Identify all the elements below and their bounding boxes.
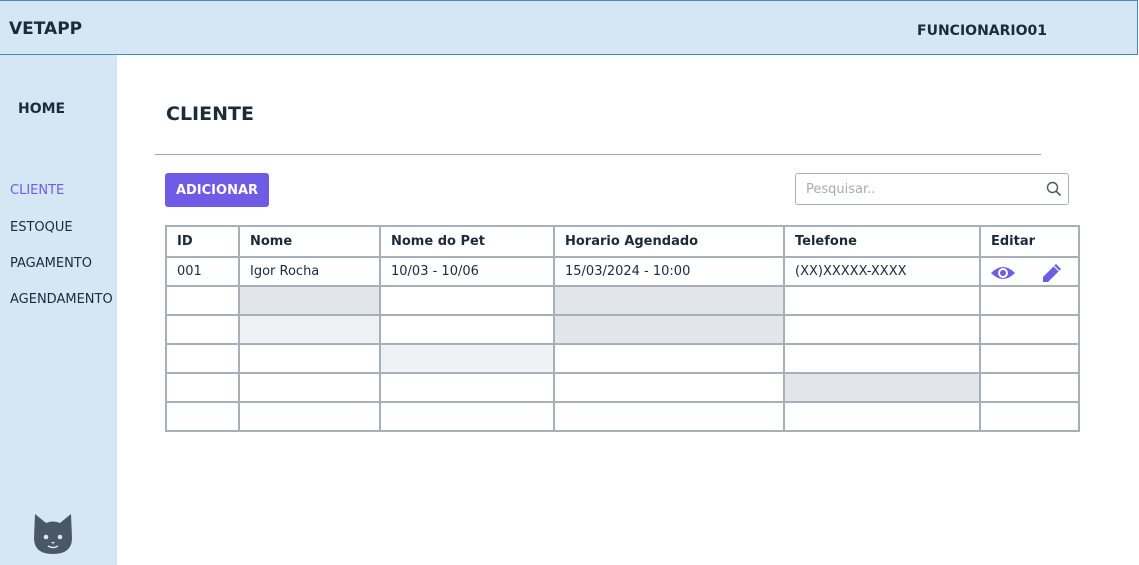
sidebar: HOME CLIENTE ESTOQUE PAGAMENTO AGENDAMEN…: [0, 55, 117, 565]
table-cell: [238, 343, 381, 374]
table-cell: [379, 401, 555, 432]
col-header-horario[interactable]: Horario Agendado: [553, 225, 785, 258]
col-header-editar: Editar: [979, 225, 1080, 258]
search-box[interactable]: [795, 173, 1069, 205]
table-cell: [553, 314, 785, 345]
sidebar-item-home[interactable]: HOME: [18, 101, 65, 117]
cell-id: 001: [165, 256, 240, 287]
table-cell: [553, 343, 785, 374]
table-cell: [238, 401, 381, 432]
table-cell: [783, 314, 981, 345]
title-divider: [155, 154, 1041, 155]
table-cell: [165, 372, 240, 403]
col-header-id[interactable]: ID: [165, 225, 240, 258]
table-cell: [238, 314, 381, 345]
top-header: VETAPP FUNCIONARIO01: [0, 0, 1138, 55]
table-cell: [165, 401, 240, 432]
page-title: CLIENTE: [166, 103, 254, 125]
table-cell: [783, 285, 981, 316]
table-cell: [165, 343, 240, 374]
user-name[interactable]: FUNCIONARIO01: [917, 23, 1047, 39]
cell-telefone: (XX)XXXXX-XXXX: [783, 256, 981, 287]
cell-horario: 15/03/2024 - 10:00: [553, 256, 785, 287]
table-row[interactable]: [165, 401, 1080, 432]
clients-table: ID Nome Nome do Pet Horario Agendado Tel…: [165, 225, 1080, 432]
search-input[interactable]: [806, 179, 1036, 199]
table-row[interactable]: [165, 285, 1080, 316]
table-cell: [979, 285, 1080, 316]
table-cell: [979, 343, 1080, 374]
table-row[interactable]: [165, 372, 1080, 403]
table-cell: [553, 372, 785, 403]
col-header-nome-pet[interactable]: Nome do Pet: [379, 225, 555, 258]
table-cell: [238, 372, 381, 403]
sidebar-item-agendamento[interactable]: AGENDAMENTO: [10, 292, 113, 307]
table-cell: [553, 285, 785, 316]
table-cell: [553, 401, 785, 432]
cell-nome-pet: 10/03 - 10/06: [379, 256, 555, 287]
table-cell: [783, 343, 981, 374]
col-header-telefone[interactable]: Telefone: [783, 225, 981, 258]
table-cell: [379, 372, 555, 403]
table-cell: [979, 314, 1080, 345]
table-header-row: ID Nome Nome do Pet Horario Agendado Tel…: [165, 225, 1080, 258]
table-row[interactable]: [165, 314, 1080, 345]
table-cell: [165, 285, 240, 316]
sidebar-item-pagamento[interactable]: PAGAMENTO: [10, 256, 92, 271]
col-header-nome[interactable]: Nome: [238, 225, 381, 258]
sidebar-item-estoque[interactable]: ESTOQUE: [10, 220, 73, 235]
table-cell: [979, 372, 1080, 403]
table-cell: [165, 314, 240, 345]
cat-icon: [34, 514, 72, 554]
search-icon[interactable]: [1046, 181, 1062, 197]
table-cell: [783, 372, 981, 403]
table-row[interactable]: [165, 343, 1080, 374]
add-button[interactable]: ADICIONAR: [165, 173, 269, 207]
table-cell: [783, 401, 981, 432]
sidebar-item-cliente[interactable]: CLIENTE: [10, 183, 64, 198]
table-cell: [979, 401, 1080, 432]
table-cell: [379, 314, 555, 345]
eye-icon[interactable]: [990, 264, 1016, 282]
cell-actions: [979, 256, 1080, 287]
table-row[interactable]: 001 Igor Rocha 10/03 - 10/06 15/03/2024 …: [165, 256, 1080, 287]
pencil-icon[interactable]: [1041, 262, 1063, 284]
cell-nome: Igor Rocha: [238, 256, 381, 287]
table-cell: [379, 285, 555, 316]
app-brand[interactable]: VETAPP: [9, 19, 82, 39]
table-cell: [379, 343, 555, 374]
table-cell: [238, 285, 381, 316]
